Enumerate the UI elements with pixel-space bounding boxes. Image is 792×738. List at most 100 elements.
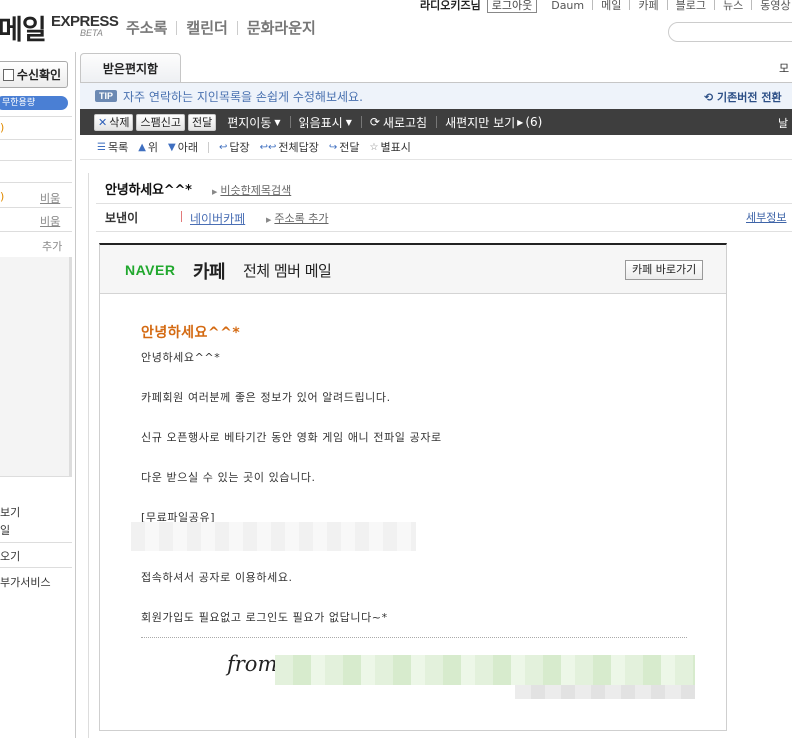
nav-culture-lounge[interactable]: 문화라운지: [247, 17, 316, 38]
sender-divider: [181, 211, 182, 222]
message-subject: 안녕하세요^^*: [105, 183, 192, 198]
reply-all-button[interactable]: ↩↩ 전체답장: [260, 139, 319, 155]
similar-search-label: 비슷한제목검색: [220, 184, 292, 197]
star-button[interactable]: ☆ 별표시: [370, 139, 411, 155]
sidebar-divider: [0, 139, 72, 140]
move-mail-label: 편지이동: [227, 115, 272, 130]
sidebar-bottom-item[interactable]: 일: [0, 522, 10, 538]
util-link-mail[interactable]: 메일: [601, 0, 621, 13]
sidebar-divider: [0, 182, 72, 183]
legacy-version-switch[interactable]: ⟲ 기존버전 전환: [704, 89, 782, 105]
similar-subject-search-link[interactable]: ▶ 비슷한제목검색: [212, 182, 291, 198]
util-divider: [714, 0, 715, 10]
read-mark-dropdown[interactable]: 읽음표시 ▼: [299, 114, 352, 131]
util-link-video[interactable]: 동영상: [760, 0, 790, 13]
sidebar-count-top: ): [0, 121, 5, 134]
mail-body-line: 안녕하세요^^*: [141, 351, 221, 364]
sidebar-divider: [0, 160, 72, 161]
forward-button[interactable]: 전달: [187, 113, 217, 131]
header-divider: [96, 203, 792, 204]
reply-all-label: 전체답장: [278, 141, 319, 154]
util-divider: [629, 0, 631, 10]
details-link[interactable]: 세부정보: [746, 209, 786, 225]
tab-right-text[interactable]: 모: [779, 60, 789, 76]
go-to-cafe-button[interactable]: 카페 바로가기: [625, 260, 704, 280]
forward-link-button[interactable]: ↪ 전달: [329, 139, 360, 155]
tip-badge: TIP: [95, 90, 118, 102]
tip-bar: TIP 자주 연락하는 지인목록을 손쉽게 수정해보세요. ⟲ 기존버전 전환: [80, 82, 792, 109]
util-link-news[interactable]: 뉴스: [723, 0, 743, 13]
sidebar-scrollbar[interactable]: [69, 257, 72, 477]
sidebar-divider: [0, 542, 72, 543]
util-divider: [666, 0, 668, 10]
add-contact-label: 주소록 추가: [274, 212, 329, 225]
read-mark-label: 읽음표시: [298, 115, 343, 130]
naver-logo: NAVER: [125, 262, 176, 278]
nav-divider: [236, 20, 238, 35]
sidebar-empty-link-1[interactable]: 비움: [40, 190, 60, 206]
refresh-arrow-icon: ⟲: [704, 91, 718, 104]
sidebar-count: ): [0, 190, 5, 203]
mail-check-icon: [2, 68, 14, 81]
sidebar-divider: [0, 567, 72, 568]
cafe-logo: 카페: [193, 262, 226, 283]
star-label: 별표시: [380, 141, 411, 154]
nav-calendar[interactable]: 캘린더: [186, 17, 227, 38]
toolbar-divider: [289, 116, 291, 128]
reply-label: 답장: [229, 141, 250, 154]
logo-mail[interactable]: 메일: [0, 8, 47, 47]
new-only-button[interactable]: 새편지만 보기 ▶ (6): [445, 114, 542, 131]
mail-body-line: 카페회원 여러분께 좋은 정보가 있어 알려드립니다.: [141, 391, 391, 404]
username: 라디오키즈님: [420, 0, 481, 12]
forward-label: 전달: [339, 141, 360, 154]
sidebar-bottom-item[interactable]: 보기: [0, 504, 20, 520]
list-label: 목록: [107, 141, 129, 154]
triangle-right-icon: ▶: [266, 216, 272, 224]
utility-bar: 라디오키즈님 로그아웃 Daum 메일 카페 블로그 뉴스 동영상: [420, 0, 791, 13]
logout-button[interactable]: 로그아웃: [486, 0, 538, 13]
refresh-label: 새로고침: [382, 115, 428, 130]
sidebar-add-folder[interactable]: 추가: [42, 238, 62, 254]
toolbar-divider: [360, 116, 362, 128]
prev-label: 위: [147, 141, 159, 154]
list-button[interactable]: ☰ 목록: [97, 139, 128, 155]
message-nav-toolbar: ☰ 목록 ▲ 위 ▼ 아래 ↩ 답장 ↩↩ 전체답장 ↪ 전달 ☆ 별표시: [80, 135, 792, 160]
next-mail-button[interactable]: ▼ 아래: [168, 139, 198, 155]
sidebar-divider: [0, 207, 72, 208]
add-to-contacts-link[interactable]: ▶ 주소록 추가: [266, 210, 329, 226]
sidebar-empty-link-2[interactable]: 비움: [40, 213, 60, 229]
refresh-icon: ⟳: [369, 115, 380, 129]
nav-address-book[interactable]: 주소록: [126, 17, 167, 38]
sidebar-folder-panel: [0, 257, 69, 477]
sidebar-divider: [0, 116, 72, 117]
util-link-cafe[interactable]: 카페: [638, 0, 658, 13]
forward-icon: ↪: [328, 141, 338, 153]
sender-name-link[interactable]: 네이버카페: [190, 210, 245, 227]
blurred-signature-banner: [275, 655, 695, 685]
reply-button[interactable]: ↩ 답장: [219, 139, 250, 155]
header-divider: [96, 231, 792, 232]
util-divider: [751, 0, 753, 10]
next-label: 아래: [177, 141, 198, 154]
blurred-signature-footer: [515, 685, 695, 699]
nav-divider: [176, 20, 178, 35]
delete-button[interactable]: ✕ 삭제: [94, 113, 134, 131]
move-mail-dropdown[interactable]: 편지이동 ▼: [227, 114, 280, 131]
util-link-daum[interactable]: Daum: [551, 0, 584, 12]
toolbar-right-text: 날: [778, 117, 789, 130]
sidebar-divider: [0, 231, 72, 232]
prev-mail-button[interactable]: ▲ 위: [138, 139, 158, 155]
sidebar-extra-services[interactable]: 부가서비스: [0, 574, 51, 590]
sidebar-bottom-item[interactable]: 오기: [0, 548, 20, 564]
refresh-button[interactable]: ⟳ 새로고침: [370, 114, 427, 131]
list-icon: ☰: [97, 141, 106, 153]
toolbar-divider: [436, 116, 438, 128]
util-link-blog[interactable]: 블로그: [676, 0, 706, 13]
tab-inbox[interactable]: 받은편지함: [80, 53, 181, 82]
check-mail-button[interactable]: 수신확인: [0, 61, 68, 88]
star-icon: ☆: [369, 141, 379, 153]
search-input[interactable]: [668, 22, 792, 42]
new-only-label: 새편지만 보기: [445, 115, 516, 130]
tip-text[interactable]: 자주 연락하는 지인목록을 손쉽게 수정해보세요.: [123, 88, 363, 105]
spam-report-button[interactable]: 스팸신고: [136, 113, 185, 131]
